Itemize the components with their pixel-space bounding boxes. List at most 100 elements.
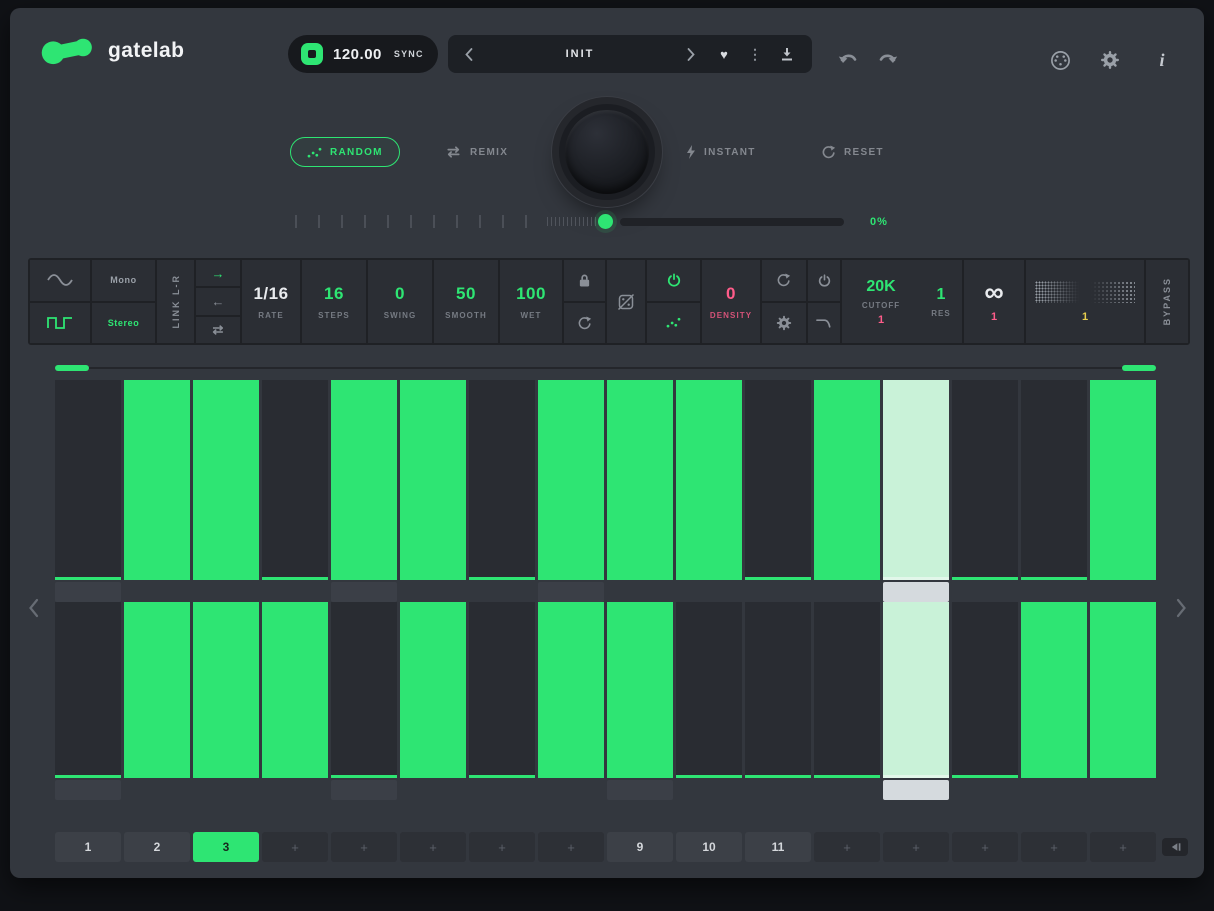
step-bar[interactable] (538, 380, 604, 577)
page-prev-icon[interactable] (24, 592, 42, 626)
step-handle[interactable] (538, 582, 604, 602)
loop-start-handle[interactable] (55, 365, 89, 371)
step-handle[interactable] (883, 780, 949, 800)
step-column-top-4[interactable] (262, 380, 328, 602)
step-bar[interactable] (883, 380, 949, 577)
play-stop-button[interactable] (301, 43, 323, 65)
instant-mode-button[interactable]: INSTANT (686, 142, 756, 162)
step-column-bottom-13[interactable] (883, 602, 949, 800)
step-bar[interactable] (1021, 602, 1087, 775)
step-handle[interactable] (55, 582, 121, 602)
swing-cell[interactable]: 0 SWING (368, 260, 432, 343)
dither-sparse-icon[interactable] (1089, 281, 1135, 303)
step-handle[interactable] (883, 582, 949, 602)
density-cell[interactable]: 0 DENSITY (702, 260, 760, 343)
step-bar[interactable] (331, 602, 397, 775)
step-column-top-16[interactable] (1090, 380, 1156, 602)
density-dots-icon[interactable] (647, 303, 700, 344)
resonance-control[interactable]: 1 RES (920, 260, 962, 343)
direction-pingpong-button[interactable]: ⇄ (196, 317, 240, 343)
reset-mode-button[interactable]: RESET (822, 142, 884, 162)
step-bar[interactable] (400, 602, 466, 775)
random-mode-button[interactable]: RANDOM (290, 137, 400, 167)
step-bar[interactable] (745, 380, 811, 577)
step-column-top-15[interactable] (1021, 380, 1087, 602)
step-column-bottom-14[interactable] (952, 602, 1018, 800)
dither-dense-icon[interactable] (1035, 281, 1081, 303)
randomize-slider-handle[interactable] (598, 214, 613, 229)
smooth-value[interactable]: 50 (456, 284, 476, 304)
smooth-cell[interactable]: 50 SMOOTH (434, 260, 498, 343)
pattern-slot-13[interactable]: + (883, 832, 949, 862)
step-column-bottom-16[interactable] (1090, 602, 1156, 800)
pattern-slot-4[interactable]: + (262, 832, 328, 862)
step-bar[interactable] (952, 380, 1018, 577)
loop-end-handle[interactable] (1122, 365, 1156, 371)
step-handle[interactable] (607, 780, 673, 800)
density-power-icon[interactable] (647, 260, 700, 301)
step-column-top-6[interactable] (400, 380, 466, 602)
res-value[interactable]: 1 (937, 286, 946, 304)
step-column-bottom-11[interactable] (745, 602, 811, 800)
step-bar[interactable] (745, 602, 811, 775)
bypass-cell[interactable]: BYPASS (1146, 260, 1188, 343)
step-bar[interactable] (676, 380, 742, 577)
info-icon[interactable]: i (1152, 50, 1172, 71)
wet-cell[interactable]: 100 WET (500, 260, 562, 343)
pattern-slot-9[interactable]: 9 (607, 832, 673, 862)
pattern-slot-7[interactable]: + (469, 832, 535, 862)
step-column-top-11[interactable] (745, 380, 811, 602)
pattern-slot-10[interactable]: 10 (676, 832, 742, 862)
steps-cell[interactable]: 16 STEPS (302, 260, 366, 343)
density-value[interactable]: 0 (726, 284, 736, 304)
step-column-top-14[interactable] (952, 380, 1018, 602)
step-bar[interactable] (1090, 602, 1156, 775)
step-bar[interactable] (814, 380, 880, 577)
step-column-bottom-4[interactable] (262, 602, 328, 800)
step-handle[interactable] (331, 780, 397, 800)
step-column-bottom-15[interactable] (1021, 602, 1087, 800)
pattern-slot-6[interactable]: + (400, 832, 466, 862)
step-bar[interactable] (193, 380, 259, 577)
step-bar[interactable] (400, 380, 466, 577)
cutoff-value[interactable]: 20K (866, 278, 895, 296)
sine-wave-icon[interactable] (30, 260, 90, 301)
step-column-bottom-10[interactable] (676, 602, 742, 800)
collapse-patterns-icon[interactable] (1162, 838, 1188, 856)
step-bar[interactable] (124, 602, 190, 775)
wet-value[interactable]: 100 (516, 284, 546, 304)
step-bar[interactable] (55, 602, 121, 775)
mono-toggle[interactable]: Mono (92, 260, 155, 301)
step-column-bottom-5[interactable] (331, 602, 397, 800)
save-preset-icon[interactable] (768, 47, 806, 61)
cell-gear-icon[interactable] (762, 303, 806, 344)
step-column-bottom-1[interactable] (55, 602, 121, 800)
pattern-slot-8[interactable]: + (538, 832, 604, 862)
step-bar[interactable] (262, 380, 328, 577)
randomize-slider-track[interactable] (620, 218, 844, 226)
infinity-cell[interactable]: ∞ 1 (964, 260, 1024, 343)
step-bar[interactable] (814, 602, 880, 775)
rate-value[interactable]: 1/16 (253, 284, 288, 304)
pattern-slot-5[interactable]: + (331, 832, 397, 862)
filter-curve-icon[interactable] (808, 303, 840, 344)
midi-icon[interactable] (1050, 50, 1071, 71)
undo-icon[interactable] (838, 52, 858, 70)
step-bar[interactable] (262, 602, 328, 775)
step-handle[interactable] (55, 780, 121, 800)
cutoff-control[interactable]: 20K CUTOFF 1 (842, 260, 920, 343)
step-column-bottom-7[interactable] (469, 602, 535, 800)
step-bar[interactable] (469, 380, 535, 577)
pattern-slot-16[interactable]: + (1090, 832, 1156, 862)
direction-forward-button[interactable]: → (196, 260, 240, 286)
step-column-top-2[interactable] (124, 380, 190, 602)
rate-cell[interactable]: 1/16 RATE (242, 260, 300, 343)
step-bar[interactable] (193, 602, 259, 775)
pattern-slot-14[interactable]: + (952, 832, 1018, 862)
step-bar[interactable] (607, 380, 673, 577)
refresh-icon[interactable] (762, 260, 806, 301)
direction-reverse-button[interactable]: ← (196, 288, 240, 314)
step-column-bottom-12[interactable] (814, 602, 880, 800)
step-bar[interactable] (676, 602, 742, 775)
preset-next-icon[interactable] (676, 35, 706, 73)
